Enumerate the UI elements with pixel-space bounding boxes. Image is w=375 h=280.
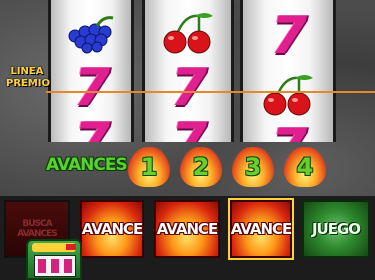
avances-bar: AVANCES 1 2 3 4 <box>40 147 370 187</box>
mini-display <box>66 244 76 250</box>
seven-icon: 7 <box>73 58 110 118</box>
cherries-icon <box>145 4 231 60</box>
avance-number-1: 1 <box>140 153 158 181</box>
avance-flame-1: 1 <box>128 147 170 187</box>
seven-icon: 7 <box>243 118 333 142</box>
avance-button-1-label: AVANCE <box>81 220 144 238</box>
avance-button-2-label: AVANCE <box>156 220 219 238</box>
cherries-icon <box>243 66 333 122</box>
avance-button-1[interactable]: AVANCE <box>80 200 144 258</box>
seven-icon: 7 <box>73 112 110 142</box>
avance-flame-4: 4 <box>284 147 326 187</box>
juego-button-label: JUEGO <box>311 220 361 238</box>
avance-button-2[interactable]: AVANCE <box>154 200 220 258</box>
avance-button-3[interactable]: AVANCE <box>228 198 294 260</box>
reel-1: 7 7 <box>48 0 134 142</box>
avance-button-3-label: AVANCE <box>230 220 293 238</box>
seven-icon: 7 <box>170 112 207 142</box>
avances-label: AVANCES <box>46 155 128 175</box>
avance-number-4: 4 <box>296 153 314 181</box>
avance-flame-2: 2 <box>180 147 222 187</box>
avance-flame-3: 3 <box>232 147 274 187</box>
payline <box>46 91 375 93</box>
seven-icon: 7 <box>270 6 307 66</box>
seven-icon: 7 <box>170 58 207 118</box>
avance-number-2: 2 <box>192 153 210 181</box>
mini-slot-machine-icon[interactable] <box>26 239 82 280</box>
avance-number-3: 3 <box>244 153 262 181</box>
reel-3: 7 7 <box>240 0 336 142</box>
mini-reels <box>34 255 76 277</box>
grapes-icon <box>51 6 131 62</box>
juego-button[interactable]: JUEGO <box>302 200 370 258</box>
busca-avances-label: BUSCA AVANCES <box>17 219 57 239</box>
payline-label: LINEA PREMIO <box>6 66 51 89</box>
reel-2: 7 7 <box>142 0 234 142</box>
